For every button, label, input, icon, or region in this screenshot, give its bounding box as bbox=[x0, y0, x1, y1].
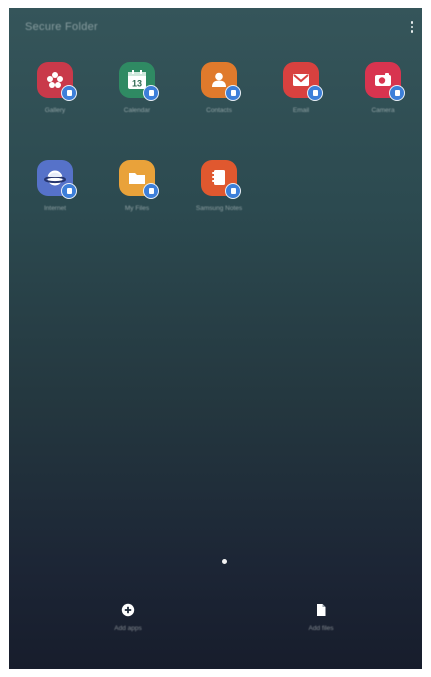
app-internet[interactable]: Internet bbox=[14, 156, 96, 254]
secure-badge-icon bbox=[61, 183, 77, 199]
secure-badge-icon bbox=[143, 85, 159, 101]
add-circle-icon bbox=[121, 603, 135, 617]
secure-badge-icon bbox=[61, 85, 77, 101]
app-gallery[interactable]: Gallery bbox=[14, 58, 96, 156]
add-apps-button[interactable]: Add apps bbox=[88, 603, 168, 632]
app-email[interactable]: Email bbox=[260, 58, 342, 156]
app-label: Calendar bbox=[123, 107, 151, 114]
secure-badge-icon bbox=[307, 85, 323, 101]
app-label: Gallery bbox=[44, 107, 66, 114]
page-title: Secure Folder bbox=[25, 21, 98, 33]
app-calendar[interactable]: 13 Calendar bbox=[96, 58, 178, 156]
calendar-date: 13 bbox=[132, 79, 142, 89]
app-label: Samsung Notes bbox=[195, 205, 243, 212]
more-options-icon[interactable] bbox=[405, 17, 419, 37]
app-grid: Gallery 13 Calendar Contacts Email Camer… bbox=[9, 58, 422, 254]
secure-badge-icon bbox=[389, 85, 405, 101]
app-my-files[interactable]: My Files bbox=[96, 156, 178, 254]
app-label: Email bbox=[292, 107, 310, 114]
secure-badge-icon bbox=[225, 183, 241, 199]
top-bar: Secure Folder bbox=[9, 8, 422, 48]
add-files-button[interactable]: Add files bbox=[281, 603, 361, 632]
app-label: Contacts bbox=[206, 107, 232, 114]
secure-folder-screen: Secure Folder Gallery 13 Calendar Contac… bbox=[9, 8, 422, 669]
app-camera[interactable]: Camera bbox=[342, 58, 422, 156]
app-label: Camera bbox=[371, 107, 395, 114]
app-label: My Files bbox=[124, 205, 150, 212]
app-contacts[interactable]: Contacts bbox=[178, 58, 260, 156]
app-label: Internet bbox=[43, 205, 67, 212]
secure-badge-icon bbox=[143, 183, 159, 199]
file-icon bbox=[317, 604, 326, 616]
secure-badge-icon bbox=[225, 85, 241, 101]
app-samsung-notes[interactable]: Samsung Notes bbox=[178, 156, 260, 254]
add-apps-label: Add apps bbox=[114, 625, 142, 632]
page-indicator-dot bbox=[222, 559, 227, 564]
add-files-label: Add files bbox=[308, 625, 334, 632]
